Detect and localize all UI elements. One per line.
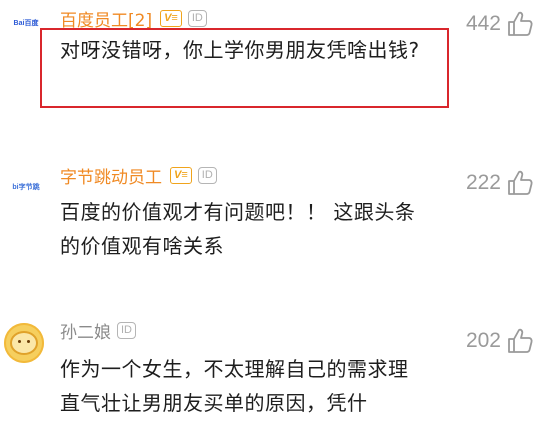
avatar-label: Bai百度	[13, 20, 39, 27]
comment-header: 字节跳动员工 V≡ ID	[60, 163, 217, 188]
thumbs-up-icon	[508, 328, 533, 353]
like-count: 222	[465, 171, 501, 194]
avatar[interactable]	[4, 323, 44, 363]
like-count: 442	[465, 12, 501, 35]
like-count: 202	[465, 329, 501, 352]
like-button[interactable]: 222	[466, 168, 535, 198]
username[interactable]: 百度员工[2]	[60, 6, 152, 31]
avatar[interactable]: bi字节跳	[4, 176, 48, 198]
id-badge: ID	[187, 9, 207, 27]
comment-header: 百度员工[2] V≡ ID	[60, 6, 207, 31]
comment-header: 孙二娘 ID	[60, 318, 136, 343]
thumbs-up-icon	[508, 170, 533, 195]
like-button[interactable]: 202	[466, 326, 535, 356]
vip-badge: V≡	[160, 9, 182, 27]
thumbs-up-icon	[508, 11, 533, 36]
like-button[interactable]: 442	[466, 9, 535, 39]
id-badge: ID	[117, 321, 136, 339]
comment-text: 百度的价值观才有问题吧！！ 这跟头条的价值观有啥关系	[60, 200, 416, 258]
highlight-box	[40, 28, 449, 108]
username[interactable]: 字节跳动员工	[60, 163, 162, 188]
avatar-label: bi字节跳	[12, 184, 40, 191]
comment-text: 作为一个女生，不太理解自己的需求理直气壮让男朋友买单的原因，凭什	[60, 357, 409, 415]
username[interactable]: 孙二娘	[60, 318, 111, 343]
vip-badge: V≡	[170, 166, 192, 184]
id-badge: ID	[197, 166, 217, 184]
avatar-face-icon	[10, 331, 38, 355]
